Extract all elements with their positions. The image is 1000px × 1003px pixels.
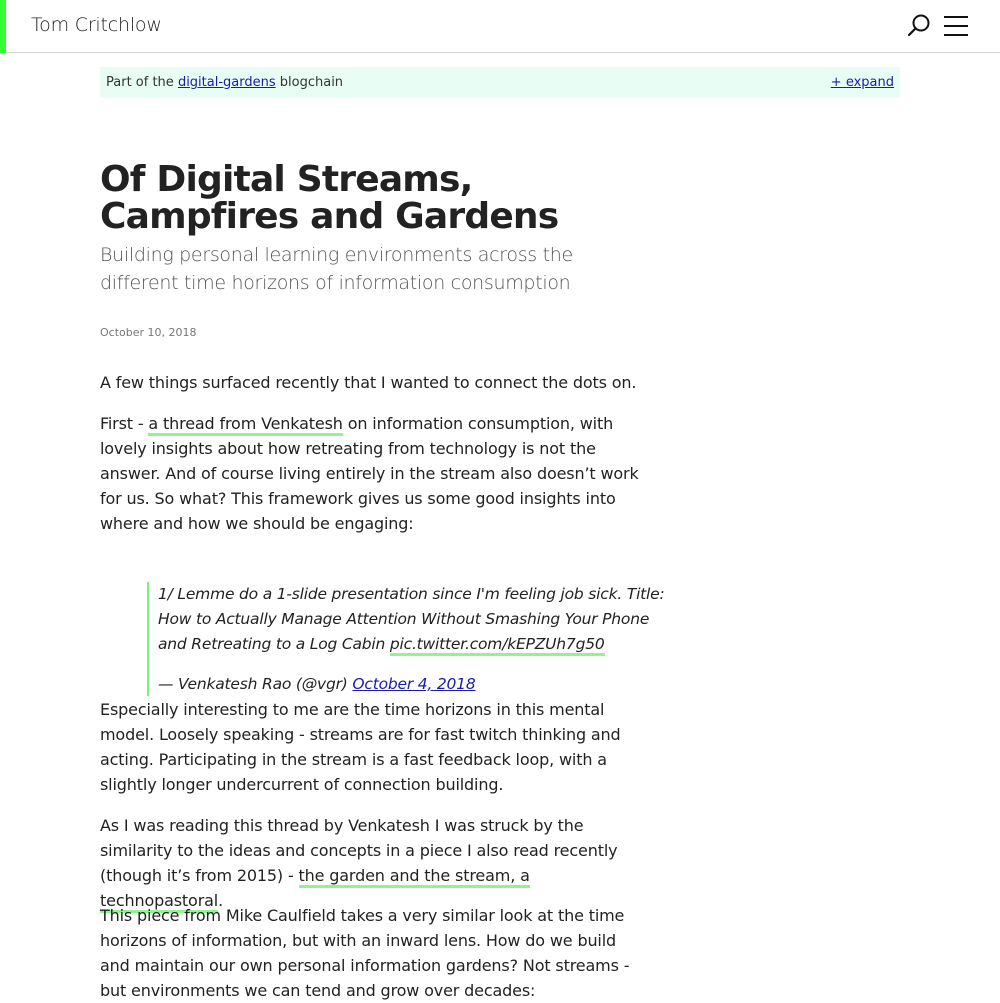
post-date: October 10, 2018	[100, 326, 197, 339]
tweet-date-link[interactable]: October 4, 2018	[352, 675, 475, 693]
site-header: Tom Critchlow	[0, 0, 1000, 53]
paragraph-5: This piece from Mike Caulfield takes a v…	[100, 906, 630, 1000]
tweet-image-link[interactable]: pic.twitter.com/kEPZUh7g50	[389, 634, 605, 656]
site-title-link[interactable]: Tom Critchlow	[31, 14, 162, 36]
paragraph-3: Especially interesting to me are the tim…	[100, 700, 621, 794]
hamburger-menu-icon[interactable]	[943, 15, 969, 37]
blogchain-suffix: blogchain	[275, 75, 344, 90]
quote-author: — Venkatesh Rao (@vgr)	[158, 674, 353, 693]
expand-link[interactable]: + expand	[831, 75, 894, 90]
blogchain-text: Part of the digital-gardens blogchain	[106, 75, 343, 90]
paragraph-2-pre: First -	[100, 414, 149, 433]
tweet-quote: 1/ Lemme do a 1-slide presentation since…	[147, 581, 667, 697]
blogchain-prefix: Part of the	[106, 75, 178, 90]
accent-bar	[0, 0, 6, 53]
blogchain-banner: Part of the digital-gardens blogchain + …	[100, 67, 900, 98]
page-subtitle: Building personal learning environments …	[100, 244, 573, 294]
blogchain-link[interactable]: digital-gardens	[178, 75, 276, 90]
page-title: Of Digital Streams, Campfires and Garden…	[100, 159, 559, 237]
paragraph-4: As I was reading this thread by Venkates…	[100, 813, 640, 913]
search-icon[interactable]	[906, 13, 932, 39]
quote-attribution: — Venkatesh Rao (@vgr) October 4, 2018	[158, 672, 667, 697]
paragraph-1: A few things surfaced recently that I wa…	[100, 373, 637, 392]
quote-text: 1/ Lemme do a 1-slide presentation since…	[158, 582, 667, 657]
paragraph-2: First - a thread from Venkatesh on infor…	[100, 411, 640, 536]
venkatesh-thread-link[interactable]: a thread from Venkatesh	[148, 414, 343, 436]
